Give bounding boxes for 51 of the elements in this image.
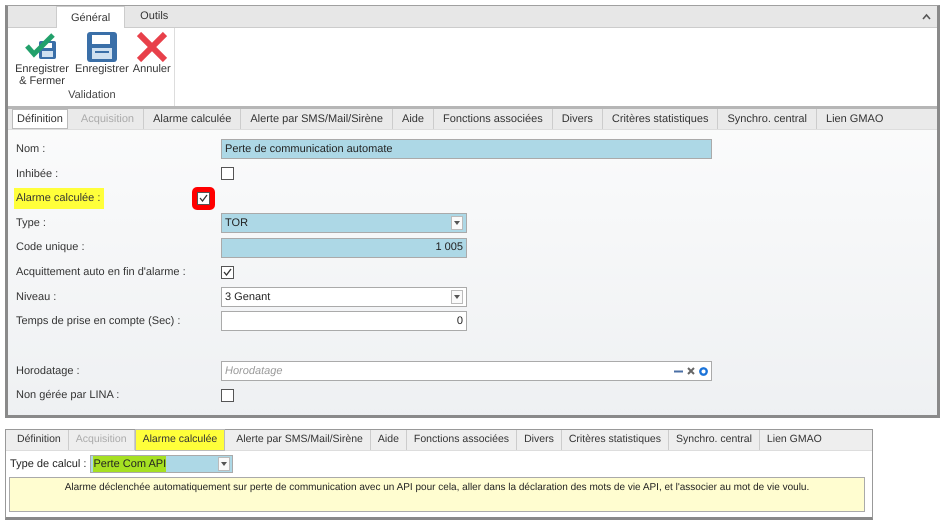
tab[interactable]: Définition (12, 108, 68, 130)
field-label: Niveau : (16, 290, 58, 305)
checkbox[interactable] (221, 266, 234, 279)
field-label: Nom : (16, 142, 46, 158)
field-label: Alarme calculée : (14, 188, 104, 209)
save-button[interactable]: Enregistrer (74, 31, 130, 75)
input-field[interactable]: Perte de communication automate (221, 139, 712, 160)
ellipsis-icon[interactable] (674, 370, 683, 373)
field-label: Non gérée par LINA : (16, 388, 120, 404)
field-label: Acquittement auto en fin d'alarme : (16, 265, 187, 280)
tab[interactable]: Synchro. central (669, 430, 760, 450)
tab[interactable]: Alarme calculée (134, 429, 226, 451)
tab[interactable]: Aide (370, 430, 407, 450)
checkbox[interactable] (197, 192, 210, 205)
ribbon-tab[interactable]: Outils (125, 4, 184, 27)
cross-icon (136, 31, 168, 63)
tab[interactable]: Fonctions associées (406, 430, 518, 450)
group-label: Validation (67, 88, 117, 103)
tab[interactable]: Divers (517, 430, 562, 450)
field-label: Temps de prise en compte (Sec) : (16, 314, 182, 330)
select-value: Perte Com API (93, 456, 166, 472)
input-field[interactable]: 1 005 (221, 238, 467, 258)
field-label: Type : (16, 216, 47, 231)
circle-icon[interactable] (699, 366, 708, 376)
tab[interactable]: Aide (393, 108, 434, 130)
ribbon-tab[interactable]: Général (56, 6, 126, 28)
tab[interactable]: Alarme calculée (144, 108, 242, 130)
tab[interactable]: Synchro. central (718, 108, 817, 130)
select-field[interactable]: 3 Genant (221, 286, 467, 307)
tab[interactable]: Critères statistiques (562, 430, 670, 450)
checkbox[interactable] (221, 167, 234, 180)
field-label: Code unique : (16, 240, 86, 256)
field-label: Inhibée : (16, 166, 60, 182)
select-field[interactable]: TOR (221, 213, 467, 234)
calc-type-select[interactable]: Perte Com API (90, 455, 234, 473)
tab[interactable]: Lien GMAO (816, 108, 892, 130)
tab[interactable]: Alerte par SMS/Mail/Sirène (229, 430, 371, 450)
description-text: Alarme déclenchée automatiquement sur perte de communication avec un API pour cela, aller dans la déclaration des mots de vie API, et l'associer au mot de vie voulu. (9, 477, 865, 512)
input-field[interactable]: 0 (221, 311, 467, 332)
field-label: Horodatage : (16, 364, 81, 379)
cancel-button[interactable]: Annuler (132, 31, 172, 75)
tab[interactable]: Alerte par SMS/Mail/Sirène (241, 108, 393, 130)
checkbox[interactable] (221, 389, 234, 402)
tab[interactable]: Critères statistiques (602, 108, 718, 130)
clear-icon[interactable] (687, 367, 695, 376)
tab[interactable]: Lien GMAO (760, 430, 829, 450)
field-label: Type de calcul : (10, 456, 86, 472)
save-close-button[interactable]: Enregistrer & Fermer (12, 31, 72, 87)
tab[interactable]: Définition (10, 430, 69, 450)
tab[interactable]: Divers (552, 108, 603, 130)
tab[interactable]: Fonctions associées (434, 108, 553, 130)
